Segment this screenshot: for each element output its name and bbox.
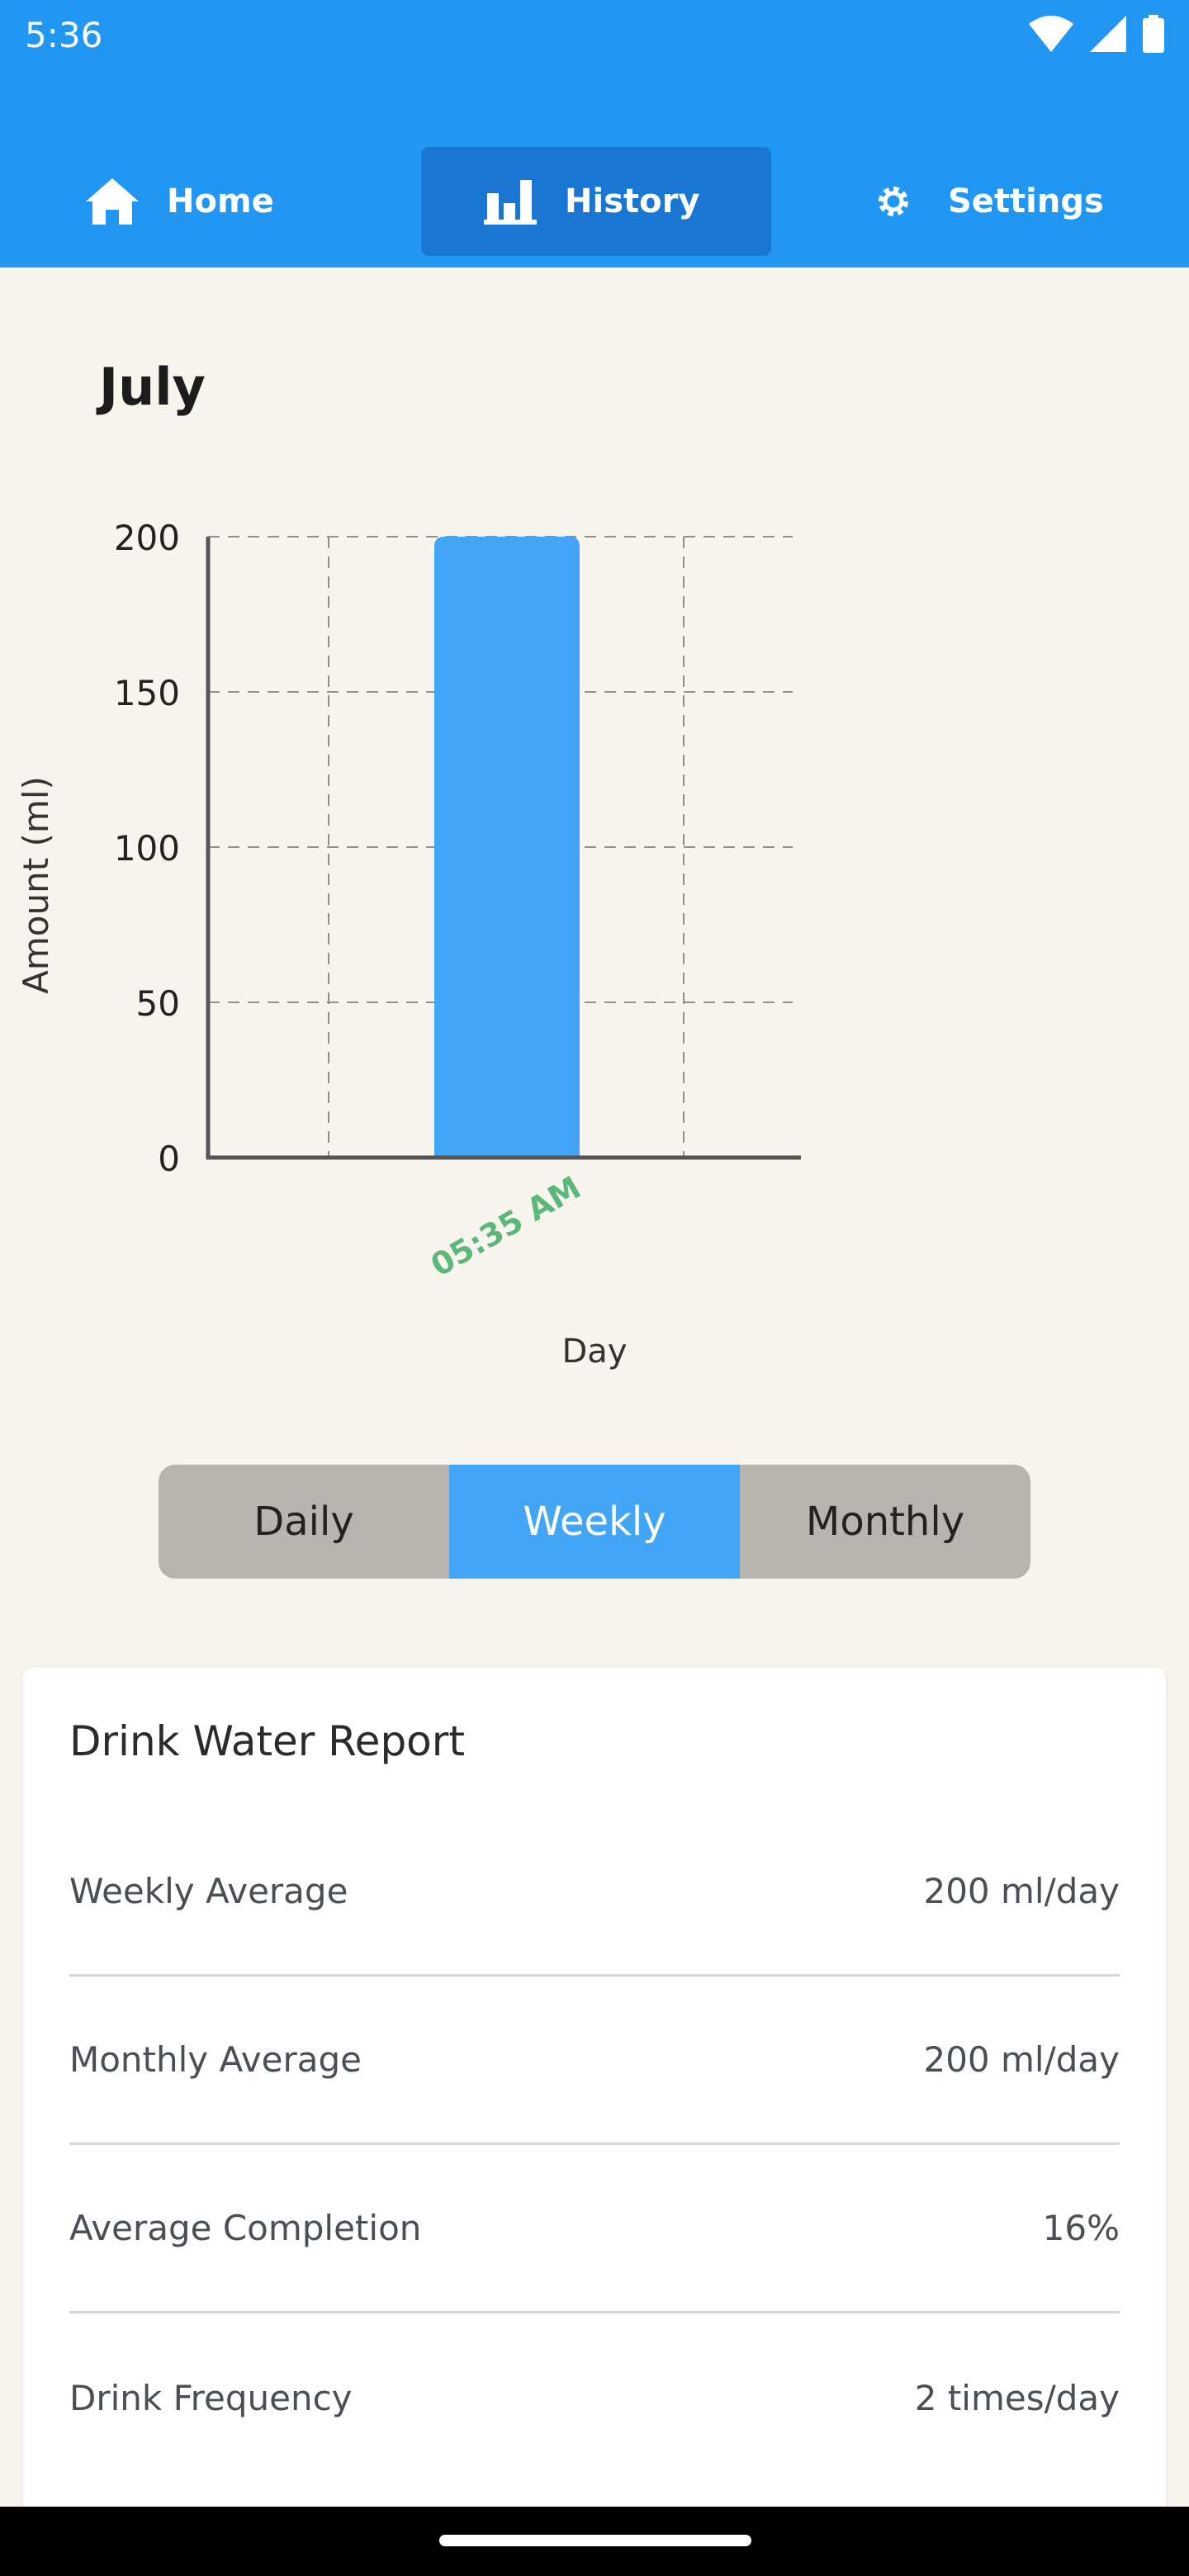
report-title: Drink Water Report [69, 1717, 465, 1765]
report-row-average-completion: Average Completion 16% [69, 2145, 1120, 2313]
y-tick-label: 50 [136, 983, 180, 1024]
y-axis-title: Amount (ml) [16, 776, 56, 994]
system-nav-bar [0, 2507, 1189, 2576]
tab-history-label: History [565, 182, 700, 220]
report-row-label: Weekly Average [69, 1871, 348, 1911]
report-row-value: 16% [1042, 2208, 1120, 2248]
x-axis-title: Day [562, 1333, 628, 1371]
report-row-value: 200 ml/day [923, 1871, 1120, 1911]
tab-home[interactable]: Home [83, 147, 274, 256]
y-tick-label: 0 [158, 1139, 180, 1179]
tab-settings-label: Settings [948, 182, 1104, 220]
x-tick-label: 05:35 AM [424, 1169, 586, 1284]
report-row-weekly-average: Weekly Average 200 ml/day [69, 1808, 1120, 1977]
tab-settings[interactable]: Settings [864, 147, 1104, 256]
bar-chart-icon [481, 172, 540, 231]
y-tick-label: 100 [114, 828, 180, 869]
gear-icon [864, 172, 923, 231]
history-chart: 0 50 100 150 200 05:35 AM Amount (ml) Day [16, 518, 801, 1371]
period-daily-button[interactable]: Daily [159, 1465, 449, 1579]
report-row-value: 2 times/day [914, 2377, 1120, 2418]
report-row-monthly-average: Monthly Average 200 ml/day [69, 1977, 1120, 2145]
wifi-icon [1029, 16, 1073, 52]
status-time: 5:36 [25, 15, 103, 55]
report-row-label: Drink Frequency [69, 2377, 353, 2418]
y-tick-label: 200 [114, 518, 180, 558]
signal-icon [1090, 16, 1126, 52]
chart-bar [434, 537, 580, 1158]
report-row-value: 200 ml/day [923, 2039, 1120, 2080]
home-gesture-bar[interactable] [439, 2535, 751, 2546]
status-icons [1029, 15, 1164, 53]
report-row-label: Average Completion [69, 2208, 422, 2248]
status-bar: 5:36 [0, 0, 1189, 76]
period-monthly-button[interactable]: Monthly [740, 1465, 1030, 1579]
report-row-label: Monthly Average [69, 2039, 362, 2080]
report-row-drink-frequency: Drink Frequency 2 times/day [69, 2313, 1120, 2482]
top-nav: Home History Settings [0, 76, 1189, 268]
period-weekly-button[interactable]: Weekly [449, 1465, 740, 1579]
tab-home-label: Home [167, 182, 274, 220]
y-tick-label: 150 [114, 673, 180, 713]
period-selector: Daily Weekly Monthly [159, 1465, 1030, 1579]
tab-history[interactable]: History [421, 147, 771, 256]
drink-water-report: Drink Water Report Weekly Average 200 ml… [23, 1668, 1166, 2576]
battery-icon [1143, 15, 1164, 53]
month-title: July [99, 357, 206, 417]
home-icon [83, 172, 142, 231]
